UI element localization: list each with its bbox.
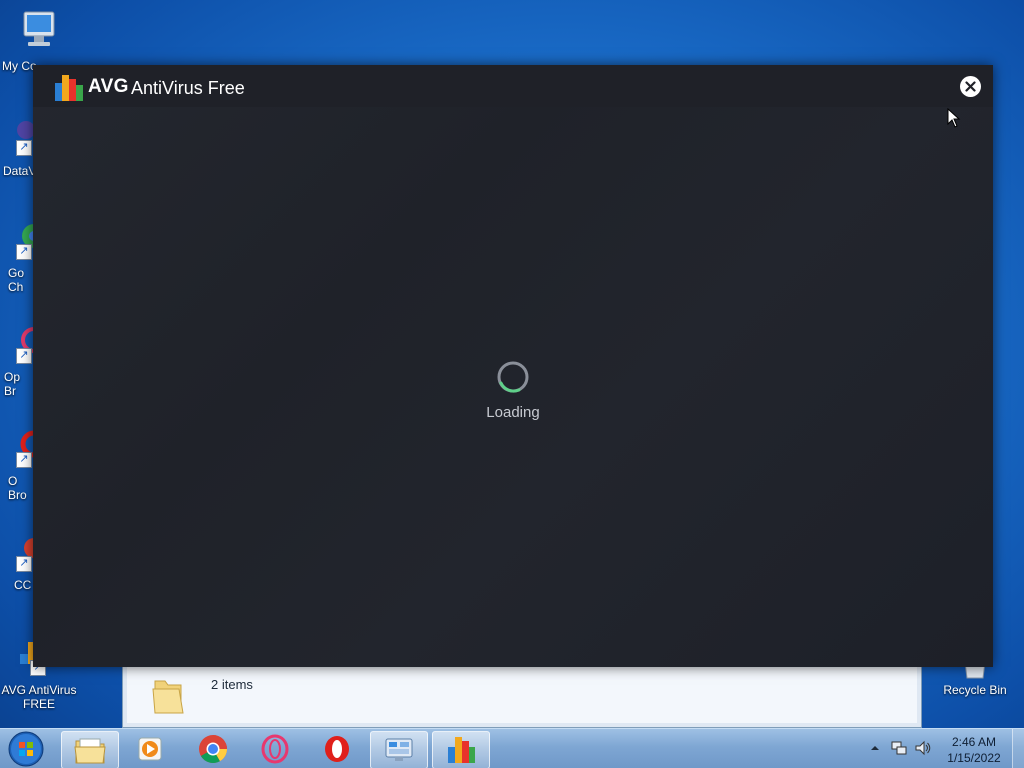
desktop-icon-my-computer[interactable]: My Co bbox=[0, 8, 76, 73]
shortcut-arrow-icon: ↗ bbox=[16, 244, 32, 260]
explorer-item-count: 2 items bbox=[211, 677, 253, 692]
avg-titlebar[interactable]: AVG AntiVirus Free bbox=[33, 65, 993, 107]
desktop-icon-label: My Co bbox=[2, 59, 37, 73]
taskbar-media-player-button[interactable] bbox=[124, 731, 180, 767]
desktop-icon-label: DataV bbox=[3, 164, 37, 178]
close-icon bbox=[965, 81, 976, 92]
desktop-icon-label: AVG AntiVirus FREE bbox=[1, 683, 77, 711]
avg-icon bbox=[448, 737, 475, 763]
show-hidden-icons-icon[interactable] bbox=[870, 743, 880, 753]
taskbar-opera-button[interactable] bbox=[310, 731, 366, 767]
show-desktop-button[interactable] bbox=[1012, 729, 1024, 768]
taskbar-avg-button[interactable] bbox=[432, 731, 490, 768]
opera-gx-icon bbox=[261, 734, 289, 764]
chrome-icon bbox=[199, 735, 227, 763]
folder-icon bbox=[149, 675, 187, 715]
opera-icon bbox=[325, 736, 349, 762]
clock-date: 1/15/2022 bbox=[947, 751, 1001, 765]
avg-product-name: AntiVirus Free bbox=[131, 78, 245, 98]
folder-icon bbox=[74, 738, 106, 764]
avg-window: AVG AntiVirus Free Loading bbox=[33, 65, 993, 667]
mouse-cursor-icon bbox=[947, 107, 961, 128]
explorer-window: 2 items bbox=[122, 664, 922, 728]
loading-spinner-icon bbox=[497, 361, 529, 393]
volume-icon[interactable] bbox=[914, 739, 932, 757]
desktop-icon-label: Go Ch bbox=[8, 266, 25, 294]
taskbar-chrome-button[interactable] bbox=[186, 731, 242, 767]
desktop-icon-label: O Bro bbox=[8, 474, 27, 502]
taskbar-explorer-button[interactable] bbox=[61, 731, 119, 768]
avg-brand-text: AVG bbox=[88, 76, 129, 97]
network-icon[interactable] bbox=[890, 739, 908, 757]
start-button[interactable] bbox=[6, 730, 46, 768]
control-panel-icon bbox=[385, 738, 413, 761]
taskbar-opera-gx-button[interactable] bbox=[248, 731, 304, 767]
shortcut-arrow-icon: ↗ bbox=[16, 140, 32, 156]
taskbar: 2:46 AM 1/15/2022 bbox=[0, 728, 1024, 768]
system-tray: 2:46 AM 1/15/2022 bbox=[862, 729, 1024, 768]
media-player-icon bbox=[138, 737, 162, 761]
close-button[interactable] bbox=[960, 76, 981, 97]
loading-text: Loading bbox=[486, 404, 540, 421]
windows-orb-icon bbox=[8, 731, 44, 767]
shortcut-arrow-icon: ↗ bbox=[16, 348, 32, 364]
taskbar-control-panel-button[interactable] bbox=[370, 731, 428, 768]
desktop-icon-label: CC bbox=[14, 578, 32, 592]
shortcut-arrow-icon: ↗ bbox=[16, 556, 32, 572]
desktop-icon-label: Recycle Bin bbox=[943, 683, 1007, 697]
desktop: My Co ↗ DataV ↗ Go Ch ↗ Op Br ↗ O Bro ↗ bbox=[0, 0, 1024, 768]
computer-icon bbox=[16, 8, 60, 52]
explorer-details-pane: 2 items bbox=[127, 667, 917, 723]
clock-time: 2:46 AM bbox=[951, 735, 997, 749]
clock[interactable]: 2:46 AM 1/15/2022 bbox=[934, 734, 1014, 766]
desktop-icon-label: Op Br bbox=[4, 370, 21, 398]
shortcut-arrow-icon: ↗ bbox=[16, 452, 32, 468]
avg-logo-icon bbox=[55, 73, 85, 101]
